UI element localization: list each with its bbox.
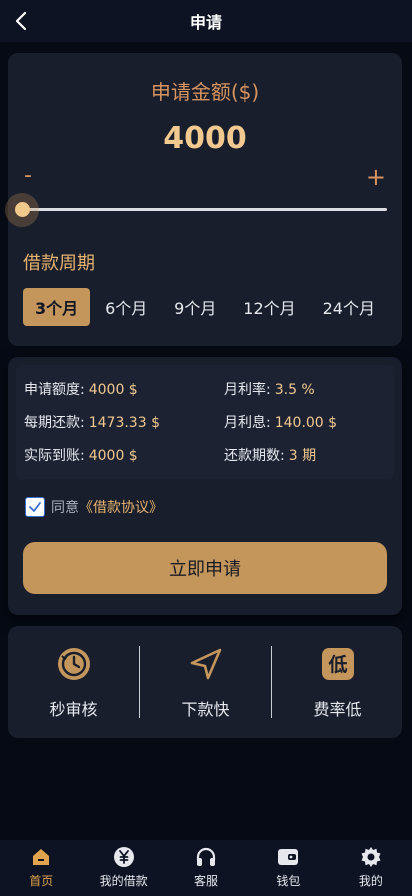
period-option-3m[interactable]: 3个月	[23, 288, 91, 326]
agreement-link[interactable]: 《借款协议》	[79, 497, 163, 517]
detail-label: 实际到账:	[24, 448, 85, 464]
send-arrow-icon	[190, 648, 221, 680]
nav-item-my-loans[interactable]: 我的借款	[82, 840, 164, 896]
home-icon	[33, 849, 50, 865]
check-icon	[29, 502, 41, 512]
top-header: 申请	[0, 0, 412, 42]
nav-item-wallet[interactable]: 钱包	[247, 840, 329, 896]
clock-history-icon	[57, 648, 90, 680]
agreement-row: 同意 《借款协议》	[25, 497, 163, 517]
feature-low-rate: 低 费率低	[272, 626, 403, 738]
detail-value: 1473.33 $	[88, 415, 160, 431]
feature-label: 下款快	[181, 700, 230, 719]
feature-fast-payout: 下款快	[140, 626, 271, 738]
nav-label: 首页	[29, 874, 54, 888]
detail-label: 月利息:	[224, 415, 271, 431]
back-arrow-icon[interactable]	[10, 9, 34, 33]
amount-slider-thumb[interactable]	[15, 202, 30, 217]
feature-label: 费率低	[313, 700, 362, 719]
detail-value: 4000 $	[88, 382, 138, 398]
period-option-24m[interactable]: 24个月	[311, 288, 387, 326]
detail-value: 140.00 $	[274, 415, 338, 431]
detail-label: 还款期数:	[224, 448, 285, 464]
nav-label: 客服	[194, 874, 219, 888]
detail-value: 4000 $	[88, 448, 138, 464]
detail-monthly-interest: 月利息: 140.00 $	[224, 412, 337, 432]
gear-icon	[361, 847, 381, 867]
period-options: 3个月 6个月 9个月 12个月 24个月	[23, 288, 387, 326]
features-card: 秒审核 下款快 低 费率低	[8, 626, 402, 738]
period-title: 借款周期	[23, 253, 95, 274]
yuan-coin-icon	[113, 847, 134, 867]
nav-item-home[interactable]: 首页	[0, 840, 82, 896]
wallet-icon	[278, 849, 299, 865]
nav-item-me[interactable]: 我的	[330, 840, 412, 896]
page-title: 申请	[189, 13, 222, 32]
bottom-nav: 首页 我的借款 客服 钱包 我的	[0, 840, 412, 896]
amount-slider-track[interactable]	[23, 208, 387, 211]
agreement-checkbox[interactable]	[25, 497, 45, 517]
nav-label: 我的	[358, 874, 383, 888]
low-rate-icon: 低	[321, 648, 354, 680]
amount-value: 4000	[163, 121, 247, 156]
period-option-12m[interactable]: 12个月	[231, 288, 307, 326]
loan-details: 申请额度: 4000 $ 月利率: 3.5 % 每期还款: 1473.33 $ 月利息…	[16, 365, 394, 479]
detail-installment: 每期还款: 1473.33 $	[24, 412, 160, 432]
detail-value: 3.5 %	[274, 382, 315, 398]
decrease-button[interactable]: -	[24, 165, 32, 187]
feature-label: 秒审核	[49, 700, 98, 719]
detail-actual-received: 实际到账: 4000 $	[24, 445, 138, 465]
detail-label: 每期还款:	[24, 415, 85, 431]
amount-card: 申请金额($) 4000 - + 借款周期 3个月 6个月 9个月 12个月 2…	[5, 53, 402, 346]
detail-apply-limit: 申请额度: 4000 $	[24, 379, 138, 399]
period-option-9m[interactable]: 9个月	[162, 288, 228, 326]
period-option-6m[interactable]: 6个月	[93, 288, 159, 326]
detail-label: 申请额度:	[24, 382, 85, 398]
feature-fast-review: 秒审核	[8, 626, 139, 738]
detail-repay-periods: 还款期数: 3 期	[224, 445, 316, 465]
svg-text:低: 低	[327, 653, 347, 676]
apply-now-button[interactable]: 立即申请	[23, 542, 387, 594]
loan-detail-card: 申请额度: 4000 $ 月利率: 3.5 % 每期还款: 1473.33 $ 月利息…	[8, 357, 402, 615]
detail-label: 月利率:	[224, 382, 271, 398]
nav-label: 钱包	[276, 874, 301, 888]
increase-button[interactable]: +	[366, 165, 386, 189]
detail-value: 3 期	[288, 448, 317, 464]
amount-label: 申请金额($)	[150, 80, 260, 104]
detail-monthly-rate: 月利率: 3.5 %	[224, 379, 315, 399]
nav-item-support[interactable]: 客服	[165, 840, 247, 896]
nav-label: 我的借款	[99, 874, 148, 888]
agreement-prefix: 同意	[51, 500, 79, 516]
headset-icon	[196, 847, 216, 866]
